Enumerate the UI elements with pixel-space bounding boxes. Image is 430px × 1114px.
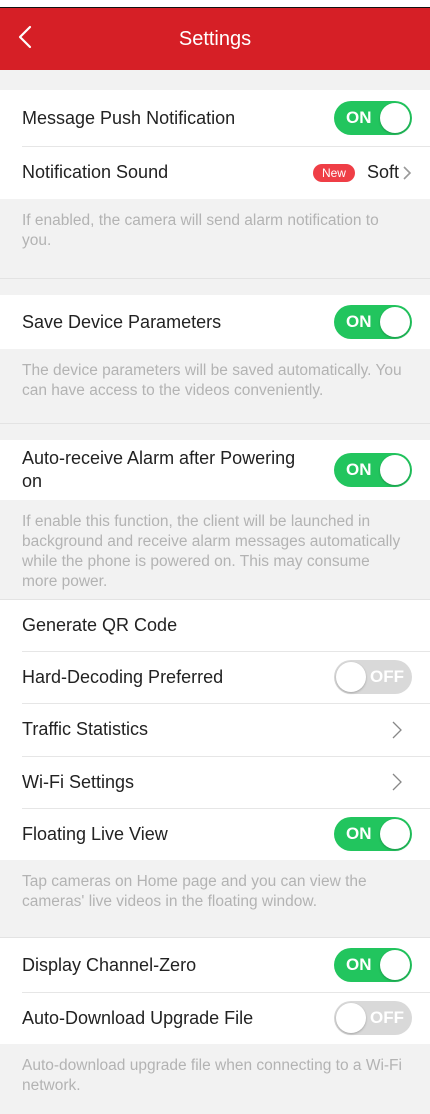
section-gap <box>0 424 430 440</box>
auto-receive-toggle[interactable]: ON <box>334 453 412 487</box>
chevron-right-icon <box>402 165 412 181</box>
save-params-description: The device parameters will be saved auto… <box>0 349 430 424</box>
section-gap <box>0 279 430 295</box>
hard-decoding-label: Hard-Decoding Preferred <box>22 666 224 687</box>
chevron-left-icon <box>18 25 32 54</box>
generate-qr-row[interactable]: Generate QR Code <box>0 600 430 651</box>
hard-decoding-toggle[interactable]: OFF <box>334 660 412 694</box>
auto-receive-row: Auto-receive Alarm after Powering on ON <box>0 440 430 500</box>
channel-zero-toggle[interactable]: ON <box>334 948 412 982</box>
hard-decoding-row: Hard-Decoding Preferred OFF <box>0 651 430 703</box>
wifi-settings-row[interactable]: Wi-Fi Settings <box>0 756 430 808</box>
auto-download-row: Auto-Download Upgrade File OFF <box>0 992 430 1044</box>
auto-receive-description: If enable this function, the client will… <box>0 500 430 600</box>
save-params-toggle[interactable]: ON <box>334 305 412 339</box>
notification-sound-row[interactable]: Notification Sound New Soft <box>0 146 430 199</box>
floating-live-label: Floating Live View <box>22 823 168 844</box>
notification-sound-label: Notification Sound <box>22 162 169 182</box>
message-push-label: Message Push Notification <box>22 107 236 128</box>
save-params-label: Save Device Parameters <box>22 311 222 332</box>
floating-live-toggle[interactable]: ON <box>334 817 412 851</box>
traffic-stats-row[interactable]: Traffic Statistics <box>0 703 430 756</box>
section-gap <box>0 70 430 90</box>
page-title: Settings <box>178 27 252 50</box>
new-badge: New <box>312 163 355 182</box>
floating-live-row: Floating Live View ON <box>0 808 430 860</box>
save-params-row: Save Device Parameters ON <box>0 295 430 349</box>
floating-live-description: Tap cameras on Home page and you can vie… <box>0 860 430 938</box>
app-header: Settings <box>0 8 430 70</box>
auto-download-description: Auto-download upgrade file when connecti… <box>22 1057 402 1094</box>
chevron-right-icon <box>392 721 402 739</box>
notification-sound-value: Soft <box>366 162 399 182</box>
message-push-row: Message Push Notification ON <box>0 90 430 146</box>
status-strip <box>0 0 430 8</box>
auto-download-toggle[interactable]: OFF <box>334 1001 412 1035</box>
channel-zero-row: Display Channel-Zero ON <box>0 938 430 992</box>
chevron-right-icon <box>392 773 402 791</box>
wifi-settings-label: Wi-Fi Settings <box>22 771 135 792</box>
traffic-stats-label: Traffic Statistics <box>22 719 149 739</box>
message-push-toggle[interactable]: ON <box>334 101 412 135</box>
generate-qr-label: Generate QR Code <box>22 615 178 635</box>
back-button[interactable] <box>18 8 58 70</box>
auto-download-label: Auto-Download Upgrade File <box>22 1007 254 1028</box>
channel-zero-label: Display Channel-Zero <box>22 954 197 975</box>
notification-description: If enabled, the camera will send alarm n… <box>0 199 430 279</box>
auto-receive-label: Auto-receive Alarm after Powering on <box>22 448 296 491</box>
